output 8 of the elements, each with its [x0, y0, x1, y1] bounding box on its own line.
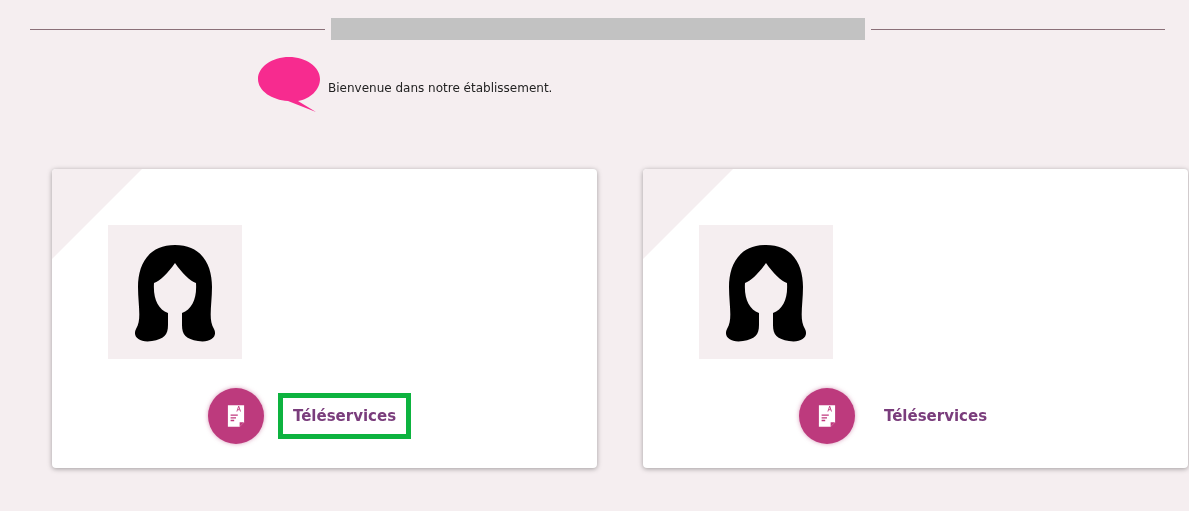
avatar-silhouette-icon — [108, 225, 242, 359]
teleservices-link[interactable]: Téléservices — [277, 393, 412, 439]
document-icon[interactable] — [207, 388, 264, 444]
welcome-message: Bienvenue dans notre établissement. — [328, 81, 553, 95]
speech-bubble-icon — [258, 55, 320, 113]
avatar-silhouette-icon — [699, 225, 833, 359]
document-icon[interactable] — [798, 388, 855, 444]
teleservices-link[interactable]: Téléservices — [868, 393, 1003, 439]
